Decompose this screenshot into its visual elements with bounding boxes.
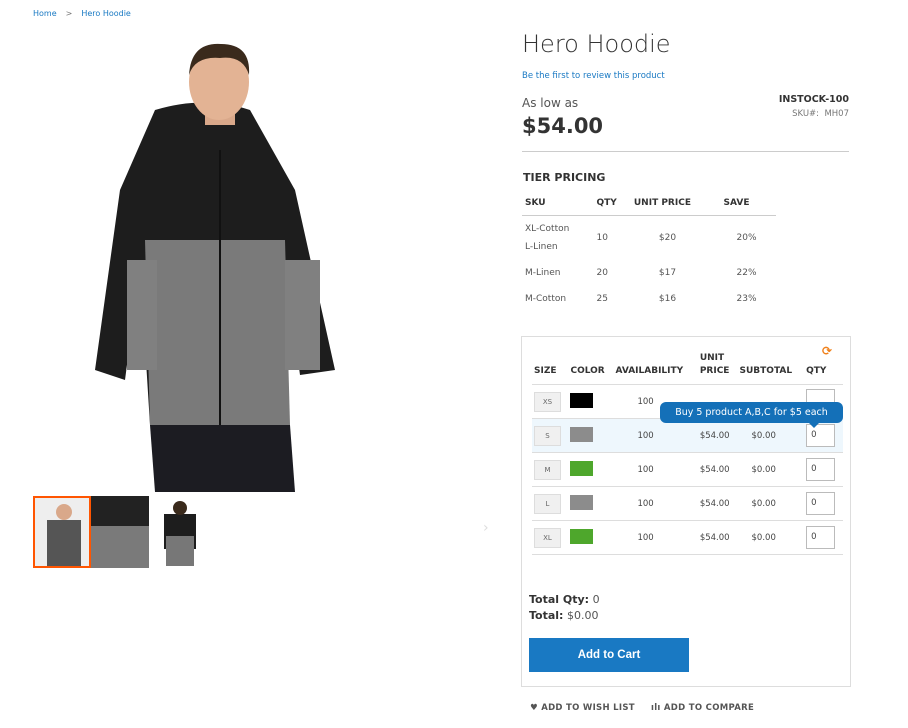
save-cell: 20% [736,233,757,243]
col-unit-price: UNIT PRICE [630,193,721,216]
qty-cell: 25 [596,294,608,304]
divider [522,151,849,152]
breadcrumb-current: Hero Hoodie [81,9,131,18]
subtotal-cell: $0.00 [737,520,805,555]
size-swatch[interactable]: L [534,493,561,514]
color-swatch [570,528,594,544]
sku-cell: M-Linen [525,268,561,278]
size-swatch[interactable]: XS [534,391,561,412]
product-price: $54.00 [522,114,604,138]
unit-price-cell: $54.00 [697,520,738,555]
table-row: XL 100 $54.00 $0.00 0 [532,520,843,555]
total-qty: Total Qty: 0 [529,593,600,606]
sku-value: MH07 [824,109,849,119]
availability-cell: 100 [613,486,698,521]
col-availability: AVAILABILITY [613,352,698,385]
thumbnail-2[interactable] [91,496,149,568]
color-swatch [570,494,594,510]
qty-cell: 20 [596,268,608,278]
product-title: Hero Hoodie [522,30,671,58]
unit-price-cell: $54.00 [697,452,738,487]
total-qty-label: Total Qty: [529,593,590,606]
unit-price-cell: $54.00 [697,418,738,453]
col-color: COLOR [568,352,614,385]
total-label: Total: [529,609,564,622]
sku-cell: M-Cotton [525,294,567,304]
size-swatch[interactable]: M [534,459,561,480]
thumbnail-3[interactable] [150,496,208,568]
next-arrow-icon[interactable]: › [483,520,489,536]
col-size: SIZE [532,352,569,385]
col-subtotal: SUBTOTAL [737,352,805,385]
total-value: $0.00 [566,609,599,622]
table-row: M-Linen 20 $17 22% [522,260,776,286]
subtotal-cell: $0.00 [737,452,805,487]
bar-chart-icon: ılı [651,703,661,713]
product-main-image[interactable] [95,40,350,492]
size-swatch[interactable]: S [534,425,561,446]
table-row: M-Cotton 25 $16 23% [522,286,776,312]
tier-pricing-table: SKU QTY UNIT PRICE SAVE XL-Cotton L-Linen 10 $… [522,193,776,312]
add-to-cart-button[interactable]: Add to Cart [529,638,689,672]
availability-cell: 100 [613,418,698,453]
col-save: SAVE [720,193,776,216]
availability-cell: 100 [613,520,698,555]
compare-label: ADD TO COMPARE [663,703,755,713]
color-swatch [570,392,594,408]
sku-cell: XL-Cotton [525,224,570,234]
sku-label: SKU#: [792,109,820,119]
breadcrumb-home[interactable]: Home [33,9,57,18]
breadcrumb: Home > Hero Hoodie [33,9,131,18]
size-matrix-table: SIZE COLOR AVAILABILITY UNIT PRICE SUBTOT… [532,352,843,555]
subtotal-cell: $0.00 [737,486,805,521]
col-unit-price: UNIT PRICE [697,352,738,385]
price-cell: $17 [658,268,677,278]
qty-cell: 10 [596,233,608,243]
table-row: XL-Cotton L-Linen 10 $20 20% [522,216,776,261]
sku-cell: L-Linen [525,242,558,252]
col-unit-label: UNIT [699,353,725,363]
price-cell: $20 [658,233,677,243]
thumbnail-1[interactable] [33,496,91,568]
availability-cell: 100 [613,452,698,487]
total-qty-value: 0 [592,593,600,606]
col-qty: QTY [804,352,843,385]
size-swatch[interactable]: XL [534,527,561,548]
sku: SKU#: MH07 [792,109,849,119]
col-sku: SKU [522,193,594,216]
qty-input[interactable]: 0 [806,458,836,481]
qty-input[interactable]: 0 [806,492,836,515]
col-price-label: PRICE [699,366,730,376]
breadcrumb-separator: > [65,9,73,18]
subtotal-cell: $0.00 [737,418,805,453]
table-row: S 100 $54.00 $0.00 0 [532,418,843,453]
table-row: L 100 $54.00 $0.00 0 [532,486,843,521]
as-low-as-label: As low as [522,96,579,110]
save-cell: 23% [736,294,757,304]
price-cell: $16 [658,294,677,304]
qty-input[interactable]: 0 [806,526,836,549]
save-cell: 22% [736,268,757,278]
unit-price-cell: $54.00 [697,486,738,521]
heart-icon: ♥ [530,703,538,713]
wishlist-label: ADD TO WISH LIST [541,703,635,713]
add-to-compare-link[interactable]: ılı ADD TO COMPARE [651,703,754,713]
tier-tooltip: Buy 5 product A,B,C for $5 each [660,402,843,428]
color-swatch [570,426,594,442]
review-link[interactable]: Be the first to review this product [522,71,665,81]
total: Total: $0.00 [529,609,598,622]
stock-status: INSTOCK-100 [778,94,849,105]
table-row: M 100 $54.00 $0.00 0 [532,452,843,487]
color-swatch [570,460,594,476]
tier-pricing-heading: TIER PRICING [523,171,606,184]
add-to-wishlist-link[interactable]: ♥ ADD TO WISH LIST [530,703,635,713]
col-qty: QTY [593,193,631,216]
